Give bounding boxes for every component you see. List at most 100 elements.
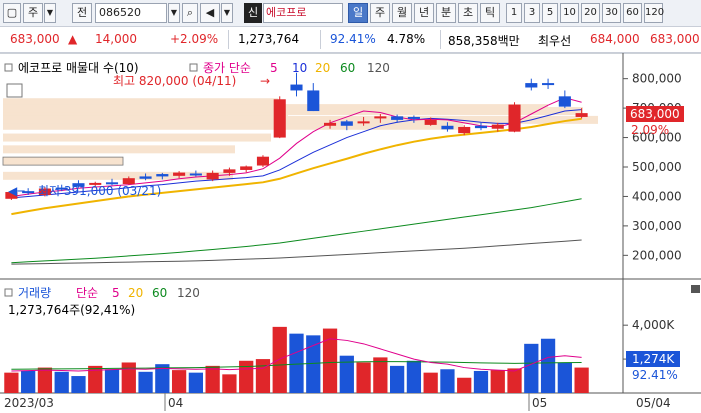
interval-button-60[interactable]: 60 <box>623 3 642 23</box>
candle-body <box>189 173 202 176</box>
interval-button-30[interactable]: 30 <box>602 3 621 23</box>
volume-bar <box>390 365 405 393</box>
volume-ma-20: 20 <box>128 286 143 300</box>
current-volume-pct: 92.41% <box>632 368 678 382</box>
best-bid-label: 최우선 <box>538 34 572 48</box>
volume-bar <box>171 370 187 393</box>
interval-button-3[interactable]: 3 <box>524 3 540 23</box>
x-label-start: 2023/03 <box>4 396 54 410</box>
volume-bar <box>272 326 287 393</box>
volume-panel-checkbox-icon[interactable] <box>4 288 13 297</box>
volume-value: 1,273,764 <box>238 32 300 46</box>
volume-bar <box>490 370 505 393</box>
search-icon[interactable]: ⌕ <box>182 3 198 23</box>
candle-body <box>357 121 370 124</box>
volume-ma-60: 60 <box>152 286 167 300</box>
candle-body <box>256 156 269 166</box>
current-volume-tag-text: 1,274K <box>632 352 675 366</box>
volume-bar <box>356 362 371 393</box>
candle-body <box>575 113 588 117</box>
period-label[interactable]: 전 <box>72 3 92 23</box>
ma-legend-120: 120 <box>367 61 390 75</box>
price-panel-checkbox-icon[interactable] <box>4 63 13 72</box>
interval-button-20[interactable]: 20 <box>581 3 600 23</box>
volume-bar <box>406 360 422 393</box>
candle-body <box>525 83 538 88</box>
candle-body <box>424 119 437 125</box>
volume-bar <box>222 374 237 393</box>
volume-bar <box>37 367 53 393</box>
volume-bar <box>289 333 304 393</box>
period-button-1[interactable]: 주 <box>370 3 390 23</box>
volume-bar <box>4 372 19 393</box>
volume-bar <box>423 372 438 393</box>
candle-body <box>240 166 253 170</box>
x-label-may: 05 <box>532 396 547 410</box>
stock-chart[interactable]: 800,000700,000600,000500,000400,000300,0… <box>0 53 701 413</box>
candle-body <box>273 99 286 138</box>
interval-button-10[interactable]: 10 <box>560 3 579 23</box>
window-icon[interactable]: ▢ <box>3 3 21 23</box>
low-arrow-icon: ◀─ <box>8 184 25 198</box>
candle-body <box>441 125 454 130</box>
candle-body <box>173 172 186 176</box>
credit-badge: 신 <box>244 3 262 23</box>
ma-legend-60: 60 <box>340 61 355 75</box>
volume-bar <box>54 371 69 393</box>
candle-body <box>340 121 353 126</box>
turnover-rate: 4.78% <box>387 32 426 46</box>
market-type-select[interactable]: 주 <box>23 3 43 23</box>
volume-bar <box>524 343 539 393</box>
candle-body <box>558 96 571 107</box>
candle-body <box>542 83 555 86</box>
period-button-2[interactable]: 월 <box>392 3 412 23</box>
best-bid: 684,000 <box>590 32 640 46</box>
volume-ratio: 92.41% <box>330 32 376 46</box>
volume-panel-title: 거래량 <box>18 286 51 300</box>
interval-button-120[interactable]: 120 <box>644 3 664 23</box>
ma-checkbox-icon[interactable] <box>189 63 198 72</box>
volume-bar <box>205 365 220 393</box>
volume-bar <box>507 368 522 393</box>
period-button-0[interactable]: 일 <box>348 3 368 23</box>
interval-button-1[interactable]: 1 <box>506 3 522 23</box>
grid-toggle-icon[interactable] <box>6 83 23 98</box>
volume-bar <box>21 370 36 393</box>
candle-body <box>391 116 404 120</box>
volume-bar <box>473 370 489 393</box>
y-tick-label: 200,000 <box>632 248 682 262</box>
period-button-3[interactable]: 년 <box>414 3 434 23</box>
current-pct-tag: 2.09% <box>631 123 669 137</box>
period-button-4[interactable]: 분 <box>436 3 456 23</box>
candle-body <box>139 176 152 179</box>
period-button-5[interactable]: 초 <box>458 3 478 23</box>
candle-body <box>206 172 219 180</box>
price-change: 14,000 <box>95 32 137 46</box>
period-button-6[interactable]: 틱 <box>480 3 500 23</box>
sound-dropdown-icon[interactable]: ▼ <box>221 3 233 23</box>
up-arrow-icon: ▲ <box>68 32 78 46</box>
volume-ma-5: 5 <box>112 286 120 300</box>
sound-icon[interactable]: ◀ <box>200 3 220 23</box>
code-dropdown-icon[interactable]: ▼ <box>168 3 180 23</box>
volume-ma-120: 120 <box>177 286 200 300</box>
price-panel-title: 에코프로 매물대 수(10) <box>18 61 139 75</box>
y-tick-label: 400,000 <box>632 189 682 203</box>
volume-bar <box>138 371 153 393</box>
stock-code-input[interactable]: 086520 <box>95 3 167 23</box>
x-label-april: 04 <box>168 396 183 410</box>
candle-body <box>290 84 303 91</box>
volume-panel-close-icon[interactable] <box>691 285 700 293</box>
volume-profile-band <box>3 145 235 154</box>
stock-name-field[interactable]: 에코프로 <box>263 3 343 23</box>
volume-bar <box>104 369 120 393</box>
volume-bar <box>121 362 136 393</box>
interval-button-5[interactable]: 5 <box>542 3 558 23</box>
current-price-tag-text: 683,000 <box>630 107 680 121</box>
market-type-dropdown-icon[interactable]: ▼ <box>44 3 56 23</box>
current-price: 683,000 <box>10 32 60 46</box>
volume-bar <box>557 362 572 393</box>
volume-profile-band <box>3 171 233 180</box>
candle-body <box>491 124 504 129</box>
volume-bar <box>322 328 338 393</box>
